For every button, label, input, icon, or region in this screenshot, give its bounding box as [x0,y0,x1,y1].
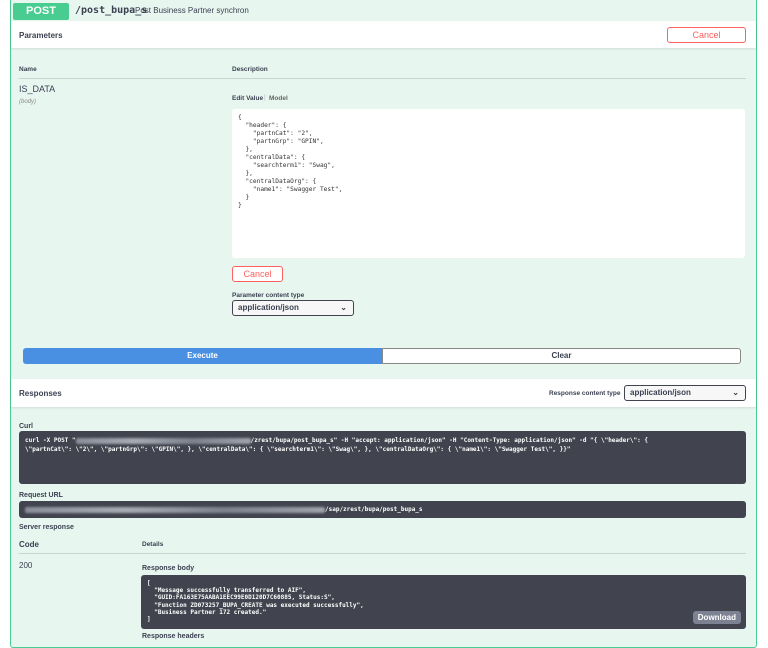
divider [19,553,746,554]
divider [19,78,746,79]
cancel-edit-button[interactable]: Cancel [232,266,283,282]
col-details: Details [142,541,164,548]
param-name: IS_DATA [19,84,56,94]
response-content-type-select[interactable]: application/json ⌄ [624,385,746,401]
operation-block [10,0,757,648]
curl-rest: /zrest/bupa/post_bupa_s" -H "accept: app… [250,437,648,444]
curl-label: Curl [19,423,33,430]
curl-command[interactable]: curl -X POST " /zrest/bupa/post_bupa_s" -… [19,431,746,484]
curl-prefix: curl -X POST " [25,437,76,444]
parameters-title: Parameters [19,31,63,40]
tab-model[interactable]: Model [269,95,288,102]
operation-summary: Post Business Partner synchron [135,6,249,15]
tab-edit-value[interactable]: Edit Value [232,95,263,102]
param-in: (body) [19,99,37,105]
param-content-type-select[interactable]: application/json ⌄ [232,300,354,316]
col-name: Name [19,66,37,73]
col-code: Code [19,540,39,549]
redacted-host [25,506,325,513]
response-body-label: Response body [142,565,195,572]
response-body[interactable]: [ "Message successfully transferred to A… [141,575,746,629]
execute-button[interactable]: Execute [23,348,382,364]
response-body-text: [ "Message successfully transferred to A… [147,580,364,624]
parameters-header [11,21,756,48]
request-url[interactable]: /sap/zrest/bupa/post_bupa_s [19,501,746,518]
clear-button[interactable]: Clear [382,348,741,364]
request-url-path: /sap/zrest/bupa/post_bupa_s [325,506,423,513]
body-editor[interactable]: { "header": { "partnCat": "2", "partnGrp… [232,109,745,258]
response-code: 200 [19,561,33,570]
col-description: Description [232,66,268,73]
response-content-type-value: application/json [630,388,691,397]
curl-line2: \"partnCat\": \"2\", \"partnGrp\": \"GPI… [25,446,571,453]
chevron-down-icon: ⌄ [340,303,347,312]
responses-title: Responses [19,389,62,398]
param-content-type-value: application/json [238,303,299,312]
cancel-button[interactable]: Cancel [667,27,746,43]
method-badge[interactable]: POST [13,3,69,20]
server-response-label: Server response [19,524,74,531]
chevron-down-icon: ⌄ [732,388,739,397]
redacted-host [75,437,251,444]
param-content-type-label: Parameter content type [232,292,305,299]
request-url-label: Request URL [19,492,63,499]
download-button[interactable]: Download [692,610,741,624]
tab-separator: | [264,94,266,101]
response-content-type-label: Response content type [549,390,621,397]
